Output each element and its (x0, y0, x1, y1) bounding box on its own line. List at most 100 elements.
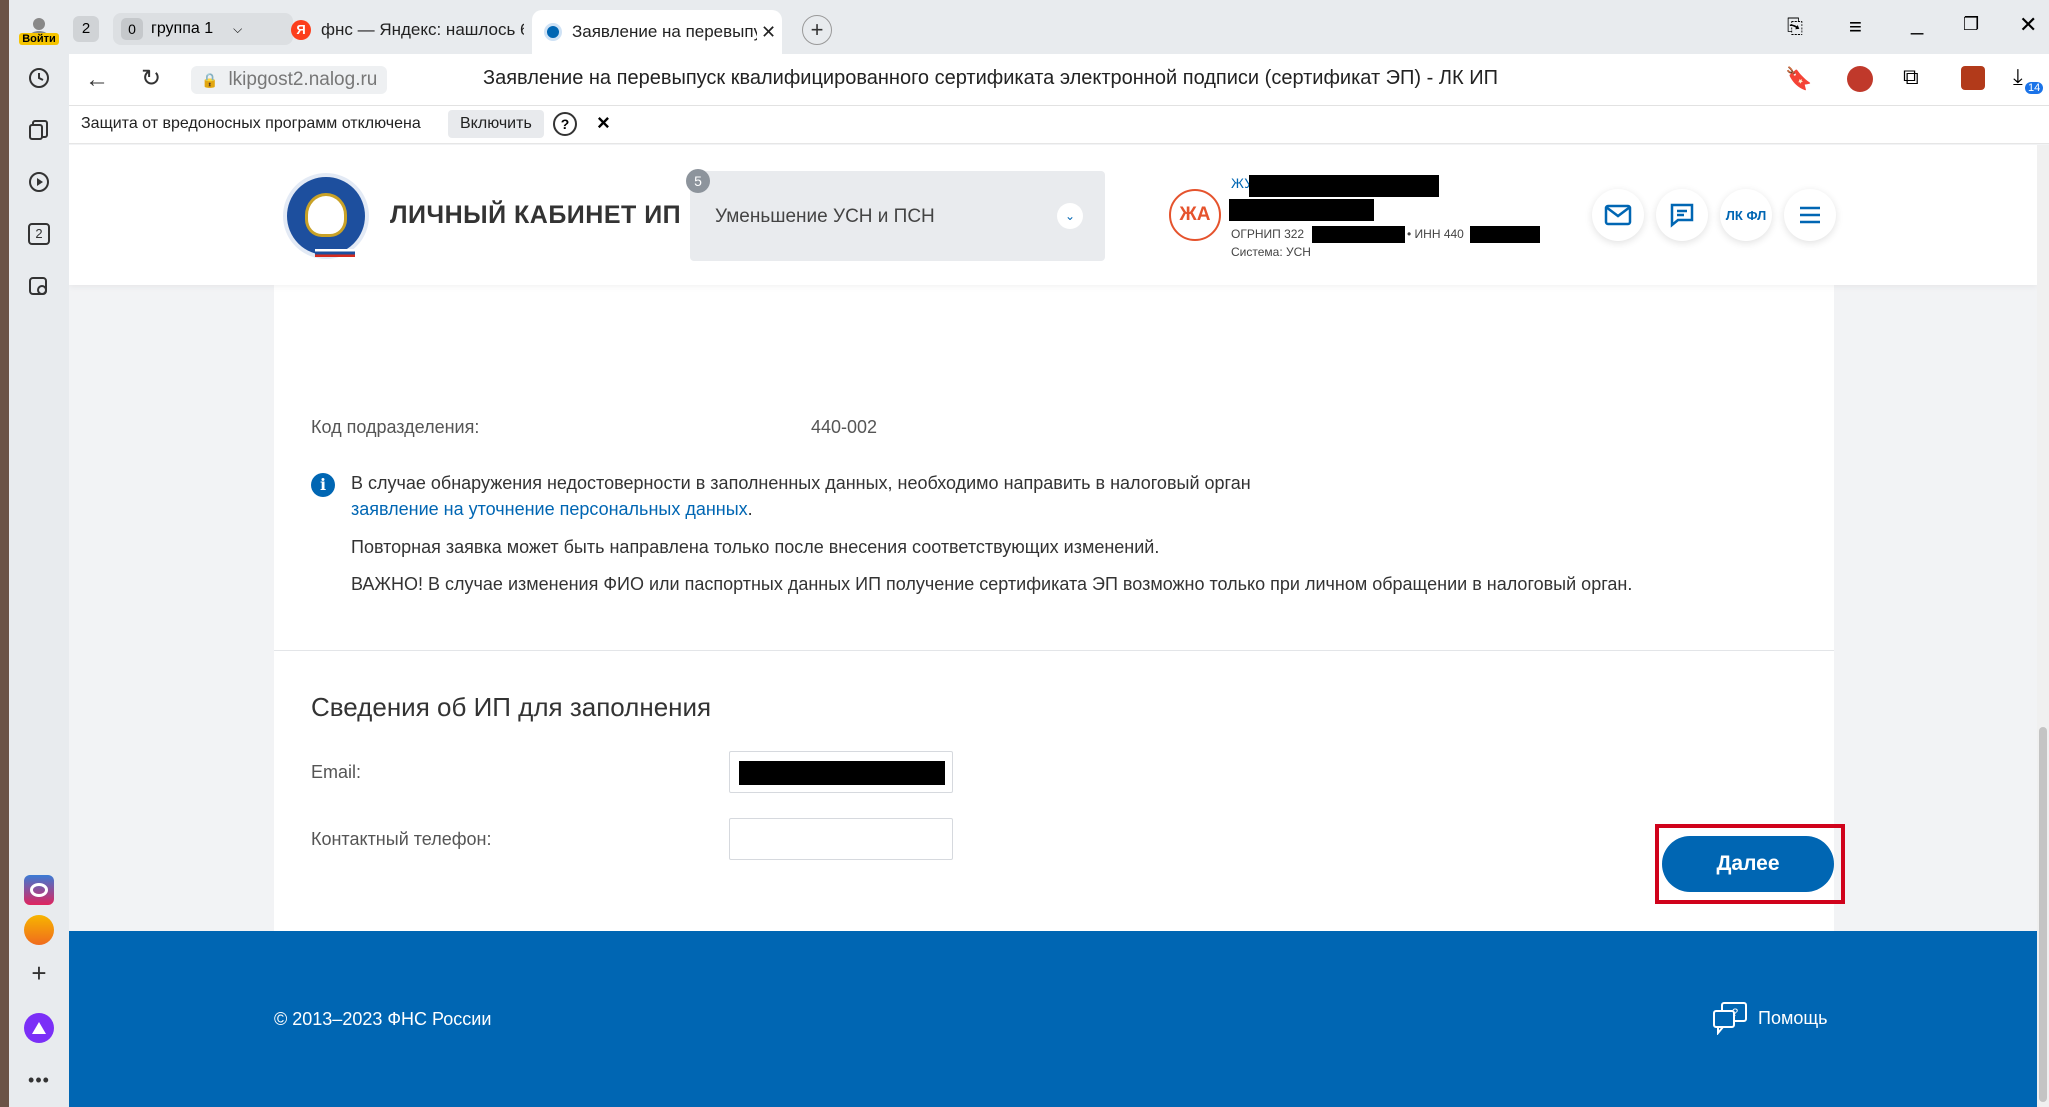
tab-count-badge[interactable]: 2 (73, 16, 99, 42)
hamburger-icon: ≡ (1849, 14, 1862, 39)
help-chat-icon: ? (1713, 1002, 1747, 1035)
collections-button[interactable] (21, 112, 57, 148)
mail-app-icon (24, 915, 54, 945)
chevron-down-icon: ⌄ (1057, 203, 1083, 229)
reload-button[interactable]: ↻ (141, 64, 161, 93)
extension-3-button[interactable] (1961, 66, 1985, 90)
plus-icon: + (810, 17, 824, 42)
phone-field[interactable] (729, 818, 953, 860)
tabs-counter-button[interactable]: 2 (21, 216, 57, 252)
video-button[interactable] (21, 164, 57, 200)
extension-1-icon (1847, 66, 1873, 92)
plus-icon: + (31, 957, 47, 988)
tab-yandex-search[interactable]: Я фнс — Яндекс: нашлось 6 (279, 12, 524, 48)
new-tab-button[interactable]: + (802, 15, 832, 45)
envelope-icon (1604, 204, 1632, 226)
form-card: Код подразделения: 440-002 i В случае об… (274, 267, 1834, 942)
bookmark-button[interactable]: 🔖 (1785, 66, 1812, 92)
messages-button[interactable] (1592, 189, 1644, 241)
svg-text:?: ? (1732, 1007, 1738, 1019)
downloads-button[interactable]: ⤓ 14 (2013, 64, 2044, 94)
tab-application[interactable]: Заявление на перевыпу ✕ (532, 10, 782, 54)
app-mail-button[interactable] (21, 912, 57, 948)
more-icon: ••• (28, 1069, 50, 1090)
site-title[interactable]: ЛИЧНЫЙ КАБИНЕТ ИП (390, 201, 681, 230)
menu-button[interactable]: ≡ (1849, 14, 1862, 40)
tax-system: Система: УСН (1231, 245, 1311, 259)
email-field[interactable] (729, 751, 953, 793)
tab-label: Заявление на перевыпу (572, 22, 757, 41)
more-apps-button[interactable]: ••• (21, 1062, 57, 1098)
opera-icon (24, 875, 54, 905)
arrow-left-icon: ← (85, 66, 109, 93)
scrollbar-thumb[interactable] (2039, 727, 2047, 1102)
extension-3-icon (1961, 66, 1985, 90)
redacted-name-line2 (1229, 199, 1374, 221)
infobar-close-icon[interactable]: × (597, 110, 610, 136)
help-link[interactable]: ? Помощь (1712, 1001, 1828, 1035)
page-scrollbar[interactable] (2037, 145, 2049, 1107)
flag-ribbon-icon (315, 249, 355, 257)
alice-button[interactable] (21, 1010, 57, 1046)
fns-logo (283, 173, 369, 259)
extension-2-button[interactable]: ⧉ (1903, 64, 1919, 90)
tabs-counter-value: 2 (35, 226, 43, 241)
user-avatar[interactable]: ЖА (1169, 189, 1221, 241)
tabs-counter-icon: 2 (28, 223, 50, 245)
inn-label: • ИНН 440 (1407, 227, 1464, 241)
info-icon: i (311, 473, 335, 497)
add-app-button[interactable]: + (21, 955, 57, 991)
next-button[interactable]: Далее (1662, 836, 1834, 892)
screenshot-button[interactable] (21, 268, 57, 304)
reload-icon: ↻ (141, 65, 162, 92)
group-chevron-icon: ⌵ (233, 21, 243, 36)
section-title: Сведения об ИП для заполнения (311, 692, 712, 722)
restore-button[interactable]: ❐ (1963, 14, 1979, 35)
tab-close-icon[interactable]: ✕ (761, 22, 776, 43)
section-divider (274, 650, 1834, 651)
tab-group[interactable]: 0 группа 1 ⌵ (113, 13, 293, 45)
phone-label: Контактный телефон: (311, 829, 492, 849)
redacted-ogrnip (1312, 226, 1405, 243)
enable-protection-button[interactable]: Включить (448, 110, 544, 138)
web-page: Код подразделения: 440-002 i В случае об… (69, 145, 2037, 1107)
tab-bar: 2 0 группа 1 ⌵ Я фнс — Яндекс: нашлось 6… (69, 0, 2049, 54)
back-button[interactable]: ← (85, 66, 109, 94)
site-header: ЛИЧНЫЙ КАБИНЕТ ИП 5 Уменьшение УСН и ПСН… (69, 145, 2037, 285)
info-link-row: заявление на уточнение персональных данн… (351, 499, 753, 520)
extension-1-button[interactable] (1847, 66, 1873, 92)
site-menu-button[interactable] (1784, 189, 1836, 241)
infobar-text: Защита от вредоносных программ отключена (81, 115, 421, 132)
profile-login-button[interactable]: Войти (19, 10, 59, 50)
tab-count-value: 2 (81, 20, 91, 37)
help-icon[interactable]: ? (553, 112, 577, 136)
hamburger-icon (1800, 206, 1820, 224)
lk-fl-button[interactable]: ЛК ФЛ (1720, 189, 1772, 241)
fns-favicon-icon (544, 23, 562, 41)
restore-icon: ❐ (1963, 14, 1980, 34)
close-window-button[interactable]: ✕ (2019, 12, 2037, 38)
history-button[interactable] (21, 60, 57, 96)
app-opera-button[interactable] (21, 872, 57, 908)
clock-icon (29, 68, 49, 88)
close-icon: ✕ (2019, 12, 2038, 37)
camera-icon (29, 277, 47, 295)
task-select[interactable]: Уменьшение УСН и ПСН ⌄ (690, 171, 1105, 261)
ogrnip-label: ОГРНИП 322 (1231, 227, 1305, 241)
copyright: © 2013–2023 ФНС России (274, 1009, 492, 1029)
next-button-label: Далее (1716, 852, 1780, 875)
personal-data-link[interactable]: заявление на уточнение персональных данн… (351, 499, 748, 519)
bookmarks-panel-icon: ⎘ (1787, 16, 1803, 38)
chat-button[interactable] (1656, 189, 1708, 241)
cut-off-field-value: 440-002 (811, 417, 878, 437)
tab-label: фнс — Яндекс: нашлось 6 (321, 20, 524, 39)
page-title-display: Заявление на перевыпуск квалифицированно… (483, 67, 1498, 89)
bookmarks-panel-button[interactable]: ⎘ (1787, 16, 1803, 39)
play-icon (29, 172, 49, 192)
yandex-icon: Я (291, 20, 311, 40)
downloads-badge: 14 (2025, 82, 2044, 94)
url-text: lkipgost2.nalog.ru (228, 69, 378, 90)
url-chip[interactable]: 🔒 lkipgost2.nalog.ru (191, 66, 388, 94)
minimize-button[interactable]: _ (1911, 10, 1923, 36)
note-important: ВАЖНО! В случае изменения ФИО или паспор… (351, 574, 1633, 594)
